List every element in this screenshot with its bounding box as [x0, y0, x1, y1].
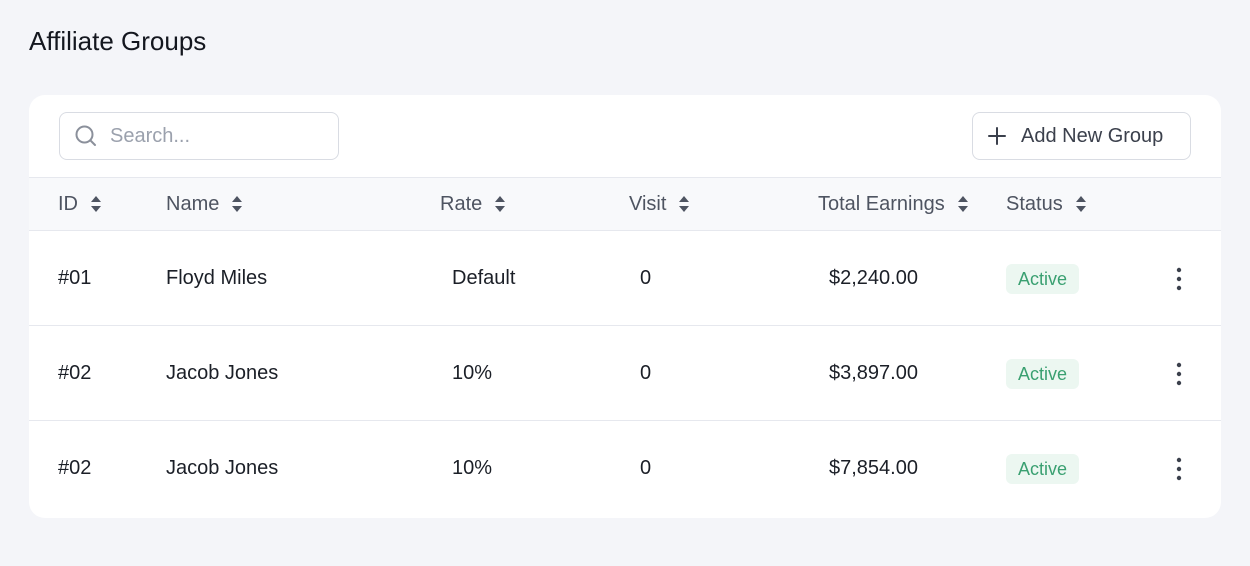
column-header-label: ID	[58, 192, 78, 215]
cell-name: Jacob Jones	[166, 362, 279, 384]
sort-icon	[957, 196, 968, 212]
cell-total-earnings: $3,897.00	[829, 362, 918, 384]
cell-rate: 10%	[452, 362, 493, 384]
cell-name: Jacob Jones	[166, 457, 279, 479]
cell-rate: 10%	[452, 457, 493, 479]
cell-visit: 0	[640, 267, 652, 289]
sort-icon	[91, 196, 101, 212]
plus-icon	[988, 127, 1006, 145]
column-header-rate[interactable]: Rate	[440, 178, 506, 230]
column-header-label: Visit	[629, 192, 667, 215]
search-input[interactable]	[110, 124, 310, 148]
column-header-id[interactable]: ID	[58, 178, 102, 230]
column-header-label: Rate	[440, 192, 483, 215]
page-title: Affiliate Groups	[29, 26, 207, 56]
column-header-label: Status	[1006, 192, 1063, 215]
status-badge: Active	[1006, 264, 1080, 294]
table-row: #01 Floyd Miles Default 0 $2,240.00 Acti…	[29, 231, 1221, 326]
add-new-group-label: Add New Group	[1021, 124, 1164, 147]
cell-id: #02	[58, 362, 92, 384]
sort-icon	[1075, 196, 1086, 212]
status-badge: Active	[1006, 454, 1080, 484]
more-vertical-icon	[1176, 362, 1182, 386]
search-box[interactable]	[59, 112, 339, 160]
sort-icon	[232, 196, 243, 212]
column-header-status[interactable]: Status	[1006, 178, 1087, 230]
row-menu-button[interactable]	[1167, 455, 1191, 483]
cell-visit: 0	[640, 457, 652, 479]
status-badge: Active	[1006, 359, 1080, 389]
column-header-name[interactable]: Name	[166, 178, 243, 230]
row-menu-button[interactable]	[1167, 265, 1191, 293]
table-header: ID Name Rate Visit Total Earnings Status	[29, 177, 1221, 231]
cell-rate: Default	[452, 267, 516, 289]
cell-total-earnings: $2,240.00	[829, 267, 918, 289]
cell-id: #02	[58, 457, 92, 479]
cell-visit: 0	[640, 362, 652, 384]
more-vertical-icon	[1176, 457, 1182, 481]
add-new-group-button[interactable]: Add New Group	[972, 112, 1191, 160]
cell-total-earnings: $7,854.00	[829, 457, 918, 479]
more-vertical-icon	[1176, 267, 1182, 291]
search-icon	[75, 125, 96, 146]
table-row: #02 Jacob Jones 10% 0 $7,854.00 Active	[29, 421, 1221, 516]
sort-icon	[679, 196, 690, 212]
affiliate-groups-card: Add New Group ID Name Rate Visit Total E…	[29, 95, 1221, 518]
column-header-label: Total Earnings	[818, 192, 945, 215]
sort-icon	[495, 196, 506, 212]
cell-id: #01	[58, 267, 92, 289]
column-header-total-earnings[interactable]: Total Earnings	[818, 178, 969, 230]
table-row: #02 Jacob Jones 10% 0 $3,897.00 Active	[29, 326, 1221, 421]
row-menu-button[interactable]	[1167, 360, 1191, 388]
cell-name: Floyd Miles	[166, 267, 268, 289]
column-header-visit[interactable]: Visit	[629, 178, 690, 230]
column-header-label: Name	[166, 192, 220, 215]
